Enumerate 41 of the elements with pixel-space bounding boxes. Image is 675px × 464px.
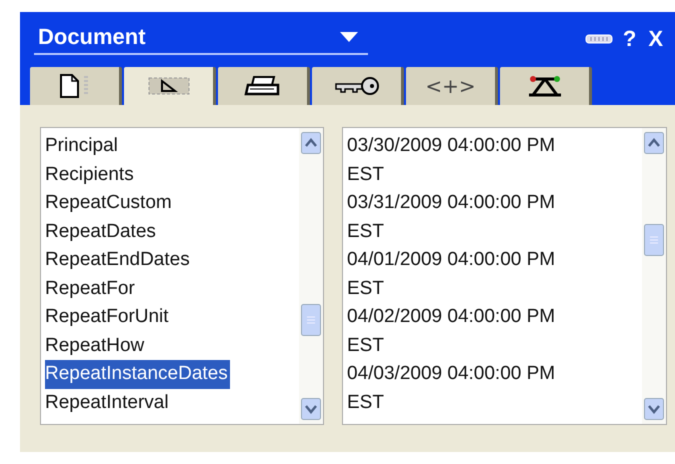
scroll-thumb-icon[interactable]: [301, 304, 321, 336]
list-item-text: EST: [347, 162, 385, 186]
list-item-text: EST: [347, 334, 385, 358]
printer-icon: [244, 74, 282, 98]
list-item[interactable]: RepeatCustom: [45, 189, 174, 218]
tab[interactable]: [218, 67, 310, 105]
tab[interactable]: <+>: [406, 67, 498, 105]
list-item-text: 04/01/2009 04:00:00 PM: [347, 248, 556, 272]
scroll-down-icon[interactable]: [301, 398, 321, 420]
tab[interactable]: [30, 67, 122, 105]
close-button[interactable]: X: [646, 26, 665, 52]
scrollbar[interactable]: [299, 128, 323, 424]
list-item[interactable]: RepeatEndDates: [45, 246, 192, 274]
ruler-icon: [146, 75, 190, 97]
tab[interactable]: [312, 67, 404, 105]
list-item[interactable]: RepeatInstanceDates: [45, 360, 230, 388]
list-item-text: 03/31/2009 04:00:00 PM: [347, 191, 556, 215]
list-item-text: EST: [347, 276, 385, 300]
list-item[interactable]: Recipients: [45, 160, 136, 189]
scrollbar[interactable]: [642, 128, 666, 424]
list-item-text: 04/03/2009 04:00:00 PM: [347, 362, 556, 386]
list-item[interactable]: Principal: [45, 132, 120, 160]
list-item-text: EST: [347, 390, 385, 414]
scroll-up-icon[interactable]: [644, 132, 664, 154]
tab[interactable]: [500, 67, 592, 105]
minimize-icon[interactable]: [584, 34, 613, 44]
list-item[interactable]: RepeatDates: [45, 218, 158, 246]
list-item[interactable]: RepeatForUnit: [45, 303, 171, 332]
list-item-text: 04/02/2009 04:00:00 PM: [347, 305, 556, 329]
scroll-thumb-icon[interactable]: [644, 224, 664, 256]
key-icon: [332, 75, 380, 97]
list-item-text: EST: [347, 220, 385, 244]
list-item[interactable]: RepeatFor: [45, 274, 137, 303]
help-button[interactable]: ?: [620, 26, 638, 52]
list-item-text: 03/30/2009 04:00:00 PM: [347, 134, 556, 158]
caret-icon: [340, 32, 358, 42]
list-item[interactable]: RepeatInterval: [45, 388, 171, 417]
scroll-up-icon[interactable]: [301, 132, 321, 154]
scroll-down-icon[interactable]: [644, 398, 664, 420]
list-item[interactable]: RepeatHow: [45, 332, 146, 360]
tab[interactable]: [124, 67, 216, 105]
